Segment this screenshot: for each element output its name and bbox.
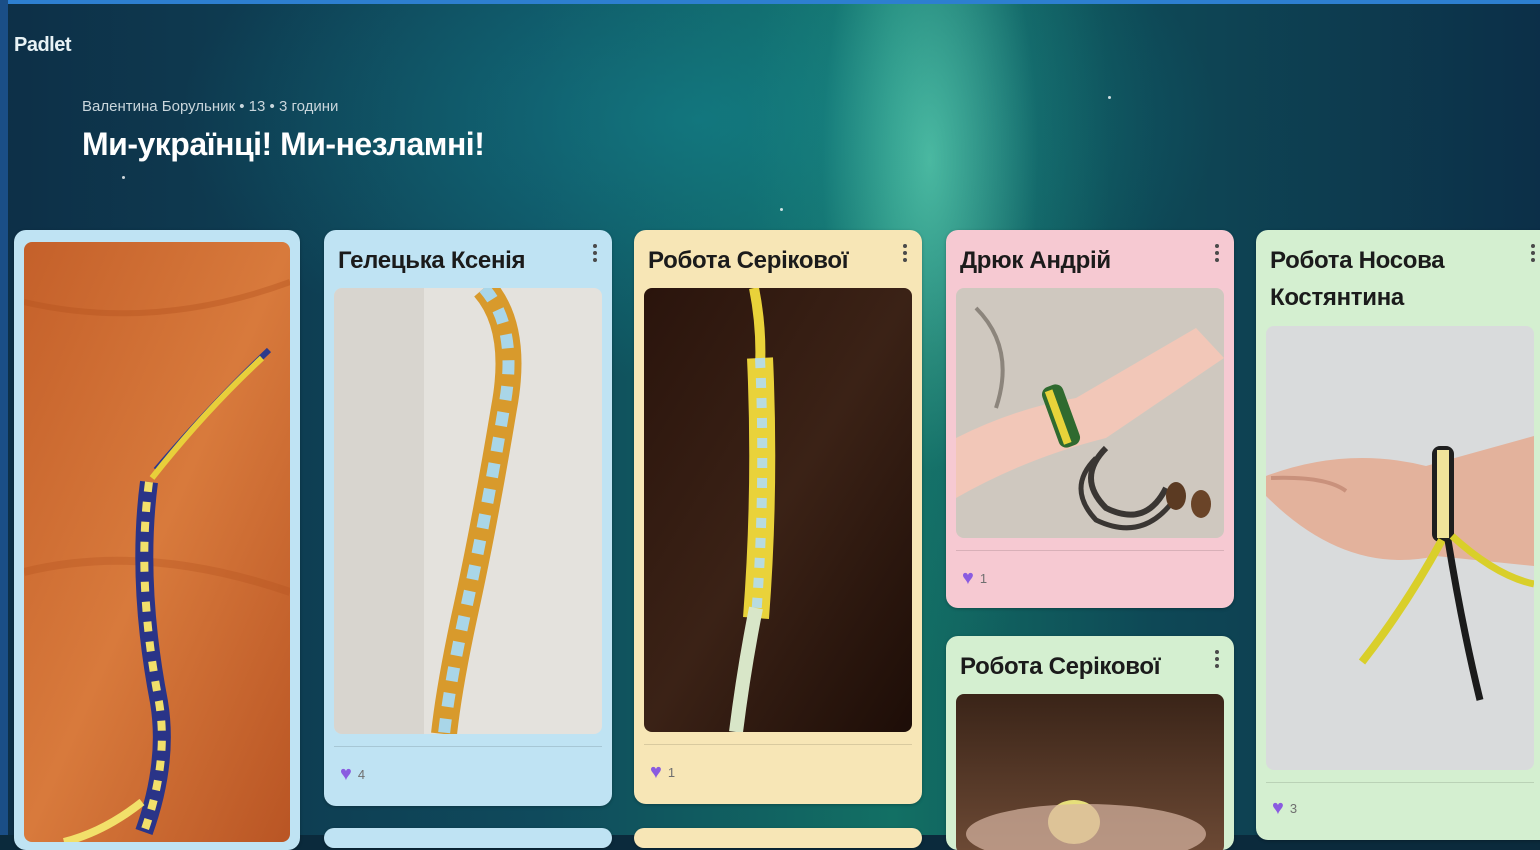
background-star	[780, 208, 783, 211]
post-title: Робота Носова Костянтина	[1270, 247, 1445, 311]
post-image[interactable]	[1266, 326, 1534, 770]
like-count: 1	[979, 570, 988, 586]
post-card[interactable]	[324, 828, 612, 848]
like-reaction[interactable]: ♥ 4	[340, 764, 365, 784]
more-vertical-icon[interactable]	[592, 244, 598, 264]
more-vertical-icon[interactable]	[1214, 650, 1220, 670]
padlet-logo[interactable]: Padlet	[14, 34, 72, 57]
bracelet-photo	[956, 288, 1224, 538]
post-image[interactable]	[956, 694, 1224, 850]
post-card[interactable]	[14, 230, 300, 850]
background-star	[122, 176, 125, 179]
post-image[interactable]	[334, 288, 602, 734]
card-divider	[956, 550, 1224, 551]
post-card[interactable]: Робота Серікової Анни	[946, 636, 1234, 850]
post-card[interactable]: Робота Серікової Анни ♥ 1	[634, 230, 922, 804]
bracelet-photo	[956, 694, 1224, 850]
padlet-board: Padlet Валентина Борульник • 13 • 3 годи…	[0, 0, 1540, 850]
like-count: 3	[1289, 800, 1298, 816]
card-divider	[1266, 782, 1534, 783]
heart-icon[interactable]: ♥	[650, 762, 662, 782]
post-card[interactable]: Робота Носова Костянтина ♥ 3	[1256, 230, 1540, 840]
like-count: 4	[357, 766, 366, 782]
board-title: Ми-українці! Ми-незламні!	[82, 126, 485, 162]
card-divider	[334, 746, 602, 747]
bracelet-photo	[1266, 326, 1534, 770]
card-divider	[644, 744, 912, 745]
board-meta: Валентина Борульник • 13 • 3 години	[82, 98, 339, 115]
bracelet-photo	[24, 242, 290, 842]
heart-icon[interactable]: ♥	[1272, 798, 1284, 818]
post-card[interactable]: Гелецька Ксенія ♥ 4	[324, 230, 612, 806]
like-reaction[interactable]: ♥ 1	[962, 568, 987, 588]
post-image[interactable]	[956, 288, 1224, 538]
post-title: Гелецька Ксенія	[338, 247, 526, 274]
like-reaction[interactable]: ♥ 1	[650, 762, 675, 782]
bracelet-photo	[644, 288, 912, 732]
heart-icon[interactable]: ♥	[962, 568, 974, 588]
more-vertical-icon[interactable]	[1214, 244, 1220, 264]
post-image[interactable]	[24, 242, 290, 842]
post-image[interactable]	[644, 288, 912, 732]
post-card[interactable]	[634, 828, 922, 848]
like-count: 1	[667, 764, 676, 780]
more-vertical-icon[interactable]	[902, 244, 908, 264]
post-title: Дрюк Андрій	[960, 247, 1111, 274]
post-card[interactable]: Дрюк Андрій ♥ 1	[946, 230, 1234, 608]
heart-icon[interactable]: ♥	[340, 764, 352, 784]
window-top-border	[0, 0, 1540, 4]
bracelet-photo	[334, 288, 602, 734]
background-star	[1108, 96, 1111, 99]
like-reaction[interactable]: ♥ 3	[1272, 798, 1297, 818]
window-left-border	[0, 0, 8, 835]
more-vertical-icon[interactable]	[1530, 244, 1536, 264]
